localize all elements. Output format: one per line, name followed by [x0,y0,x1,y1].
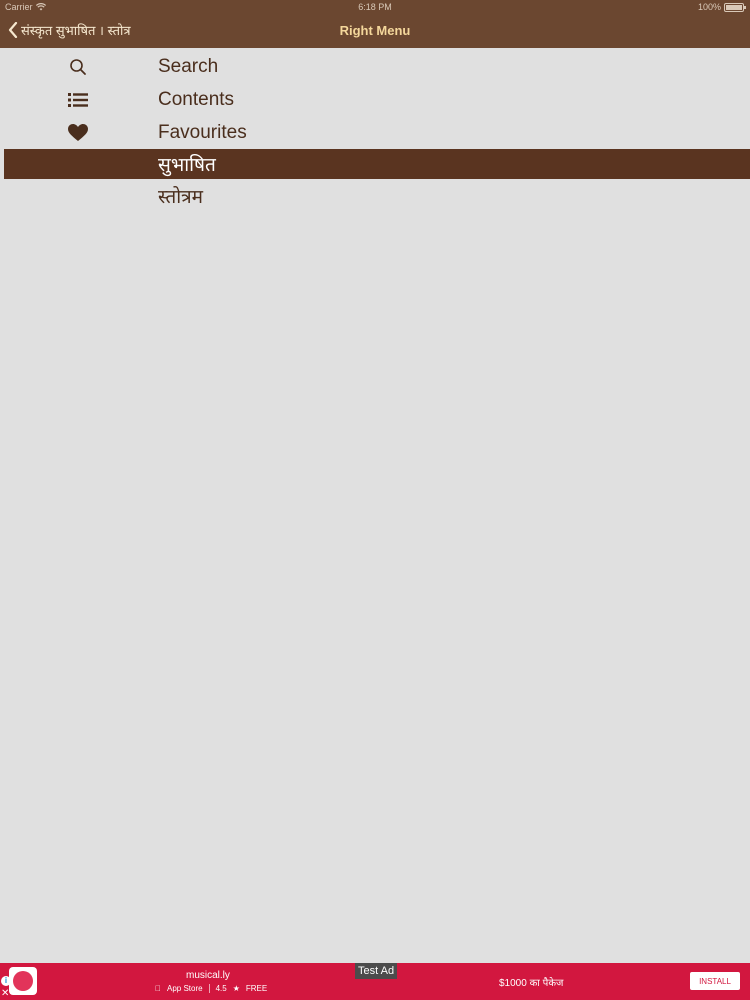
menu-item-label: स्तोत्रम [158,186,203,208]
ad-rating: 4.5 [209,984,227,993]
menu-item-label: Favourites [158,121,247,143]
ad-install-button[interactable]: INSTALL [690,972,740,990]
page-title: Right Menu [339,23,411,38]
heart-icon [66,121,90,145]
ad-price: FREE [239,984,267,993]
menu-item-subhashit[interactable]: सुभाषित [4,149,750,179]
battery-indicator: 100% [697,2,746,12]
battery-percent: 100% [697,2,721,12]
right-menu: Search Contents Favourites सुभाषित स्तोत… [0,48,750,210]
star-icon: ★ [226,984,240,993]
menu-item-label: Search [158,55,219,77]
ad-app-logo[interactable] [9,967,37,995]
status-time: 6:18 PM [358,2,392,12]
menu-item-contents[interactable]: Contents [0,83,750,116]
ad-app-meta:  App Store 4.5 ★ FREE [155,984,267,993]
ad-banner[interactable]: i ✕ musical.ly  App Store 4.5 ★ FREE Te… [0,963,750,1000]
navigation-bar: संस्कृत सुभाषित । स्तोत्र Right Menu [0,15,750,48]
list-icon [66,88,90,112]
menu-item-stotram[interactable]: स्तोत्रम [0,179,750,212]
menu-item-favourites[interactable]: Favourites [0,116,750,149]
divider [208,984,210,993]
search-icon [66,55,90,79]
battery-icon [724,2,746,12]
menu-item-label: सुभाषित [158,155,216,176]
menu-item-label: Contents [158,88,235,110]
status-bar: Carrier 6:18 PM 100% [0,0,750,15]
apple-icon:  [155,984,161,993]
ad-promo-text: $1000 का पैकेज [499,978,564,989]
menu-item-search[interactable]: Search [0,50,750,83]
ad-store-label: App Store [161,984,203,993]
test-ad-badge: Test Ad [355,963,398,979]
ad-app-name: musical.ly [186,970,230,981]
